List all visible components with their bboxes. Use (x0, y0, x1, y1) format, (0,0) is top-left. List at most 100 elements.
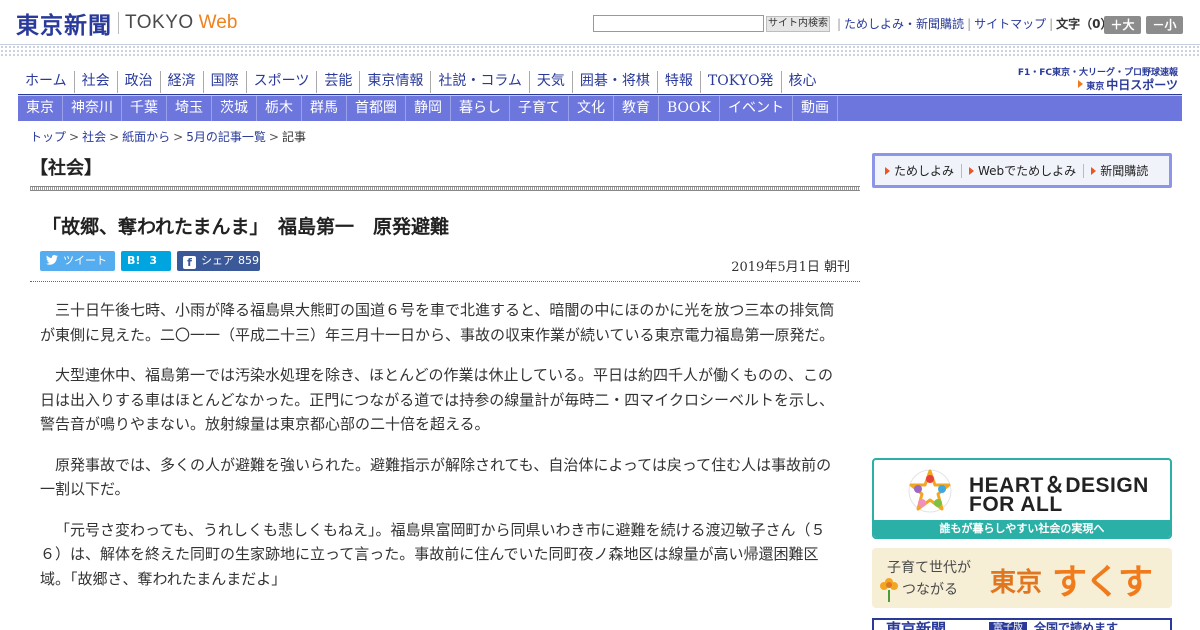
arrow-icon (885, 166, 890, 175)
sports-brand-prefix: 東京 (1086, 82, 1105, 92)
header-dotted-band (0, 44, 1200, 58)
nav-region-item[interactable]: 東京 (18, 96, 63, 121)
hatena-bookmark-button[interactable]: B! 3 (121, 251, 171, 271)
article-paragraph: 三十日午後七時、小雨が降る福島県大熊町の国道６号を車で北進すると、暗闇の中にほの… (40, 301, 835, 344)
trial-read-link[interactable]: ためしよみ (885, 162, 954, 179)
nav-main-item[interactable]: 政治 (116, 71, 160, 93)
sitemap-link[interactable]: サイトマップ (974, 17, 1046, 31)
nav-main-item[interactable]: 核心 (780, 71, 824, 93)
heart-design-strip: 誰もが暮らしやすい社会の実現へ (874, 520, 1170, 537)
sukusuku-tagline-1: 子育て世代が (887, 560, 971, 576)
digital-edition-tag: 電子版 (989, 622, 1027, 630)
nav-region-item[interactable]: 子育て (510, 96, 569, 121)
nav-region-item[interactable]: 群馬 (302, 96, 347, 121)
breadcrumb: トップ > 社会 > 紙面から >5月の記事一覧 > 記事 (30, 128, 306, 145)
nav-main-item[interactable]: 社会 (73, 71, 117, 93)
nav-region-item[interactable]: 文化 (569, 96, 614, 121)
logo-divider (118, 12, 119, 34)
nav-region-item[interactable]: 栃木 (257, 96, 302, 121)
nav-region-item[interactable]: 千葉 (122, 96, 167, 121)
date-divider (30, 281, 860, 282)
logo-web: Web (198, 12, 238, 33)
web-trial-label: Webでためしよみ (978, 164, 1077, 178)
sub-divider (1083, 163, 1085, 178)
nav-region-item[interactable]: 暮らし (451, 96, 510, 121)
main-navigation: ホーム 社会 政治 経済 国際 スポーツ 芸能 東京情報 社説・コラム 天気 囲碁・将棋 特報 TOKY… (18, 71, 824, 93)
tokyo-sukusuku-banner[interactable]: 子育て世代が つながる 東京 すくすく (872, 548, 1172, 608)
digital-edition-text: 全国で読めます (1034, 621, 1119, 630)
site-search-input[interactable] (593, 15, 764, 32)
trial-read-label: ためしよみ (894, 164, 955, 178)
facebook-icon: f (183, 256, 196, 269)
flower-icon (880, 578, 898, 602)
heart-design-subtitle: FOR ALL (969, 493, 1063, 516)
site-logo[interactable]: 東京新聞 TOKYO Web (16, 9, 238, 39)
util-divider: | (837, 17, 842, 31)
tweet-button[interactable]: ツイート (40, 251, 115, 271)
chunichi-sports-banner[interactable]: F1・FC東京・大リーグ・プロ野球速報 東京 中日スポーツ (1018, 65, 1180, 93)
region-navigation: 東京 神奈川 千葉 埼玉 茨城 栃木 群馬 首都圏 静岡 暮らし 子育て 文化 教育 BOOK イベント 動画 (18, 96, 1182, 121)
trial-subscribe-link[interactable]: ためしよみ・新聞購読 (844, 17, 964, 31)
facebook-share-button[interactable]: f シェア 859 (177, 251, 260, 271)
nav-main-item[interactable]: 天気 (528, 71, 572, 93)
article-body: 三十日午後七時、小雨が降る福島県大熊町の国道６号を車で北進すると、暗闇の中にほの… (40, 298, 844, 607)
digital-edition-logo: 東京新聞 (886, 620, 947, 630)
nav-region-item[interactable]: 首都圏 (347, 96, 406, 121)
breadcrumb-separator: > (109, 130, 120, 144)
nav-main-item[interactable]: 社説・コラム (430, 71, 529, 93)
nav-region-item[interactable]: 埼玉 (167, 96, 212, 121)
nav-main-item[interactable]: ホーム (18, 71, 74, 93)
nav-region-item[interactable]: 教育 (614, 96, 659, 121)
publish-date: 2019年5月1日 朝刊 (731, 260, 850, 275)
article-paragraph: 大型連休中、福島第一では汚染水処理を除き、ほとんどの作業は休止している。平日は約… (40, 366, 834, 433)
heart-design-banner[interactable]: HEART＆DESIGN FOR ALL 誰もが暮らしやすい社会の実現へ (872, 458, 1172, 539)
breadcrumb-link[interactable]: トップ (30, 130, 66, 144)
heart-design-logo-icon (908, 469, 952, 513)
nav-main-item[interactable]: 囲碁・将棋 (571, 71, 657, 93)
arrow-icon (1078, 80, 1084, 88)
util-divider: | (967, 17, 972, 31)
nav-main-item[interactable]: 経済 (159, 71, 203, 93)
subscribe-label: 新聞購読 (1100, 164, 1149, 178)
font-smaller-button[interactable]: －小 (1146, 16, 1183, 34)
nav-main-item[interactable]: 特報 (656, 71, 700, 93)
hatena-bookmark-icon: B! (127, 254, 141, 267)
nav-region-item[interactable]: 神奈川 (63, 96, 122, 121)
breadcrumb-link[interactable]: 5月の記事一覧 (186, 130, 266, 144)
font-larger-button[interactable]: ＋大 (1104, 16, 1141, 34)
sports-brand-name: 中日スポーツ (1106, 78, 1178, 92)
nav-region-item[interactable]: 静岡 (406, 96, 451, 121)
nav-main-item[interactable]: 東京情報 (359, 71, 430, 93)
breadcrumb-separator: > (268, 130, 279, 144)
nav-main-item[interactable]: 国際 (202, 71, 246, 93)
digital-edition-banner[interactable]: 東京新聞 電子版 全国で読めます (872, 618, 1172, 630)
nav-region-item[interactable]: 動画 (793, 96, 838, 121)
top-header: 東京新聞 TOKYO Web サイト内検索 | ためしよみ・新聞購読 | サイトマップ… (0, 0, 1200, 44)
facebook-share-count: 859 (238, 254, 259, 267)
hatena-count: 3 (149, 254, 158, 267)
arrow-icon (1091, 166, 1097, 175)
nav-region-item[interactable]: BOOK (659, 96, 720, 121)
subscription-box: ためしよみ Webでためしよみ 新聞購読 (872, 153, 1172, 188)
twitter-bird-icon (46, 251, 58, 271)
breadcrumb-link[interactable]: 紙面から (122, 130, 170, 144)
breadcrumb-separator: > (69, 130, 80, 144)
nav-main-item[interactable]: TOKYO発 (699, 71, 781, 93)
nav-main-item[interactable]: 芸能 (316, 71, 359, 93)
nav-region-item[interactable]: イベント (720, 96, 793, 121)
site-search-button[interactable]: サイト内検索 (766, 16, 830, 32)
logo-japanese: 東京新聞 (16, 12, 112, 39)
nav-region-item[interactable]: 茨城 (212, 96, 257, 121)
sukusuku-tokyo: 東京 (990, 568, 1043, 598)
article-headline: 「故郷、奪われたまんま」 福島第一 原発避難 (42, 216, 449, 238)
web-trial-link[interactable]: Webでためしよみ (969, 162, 1076, 179)
nav-main-item[interactable]: スポーツ (245, 71, 317, 93)
utility-links: | ためしよみ・新聞購読 | サイトマップ | 文字（0） (834, 15, 1113, 33)
section-rule (30, 186, 860, 191)
util-divider: | (1049, 17, 1054, 31)
sukusuku-tagline-2: つながる (902, 582, 958, 598)
breadcrumb-link[interactable]: 社会 (82, 130, 106, 144)
section-title: 【社会】 (30, 158, 102, 179)
subscribe-link[interactable]: 新聞購読 (1091, 162, 1148, 179)
article-paragraph: 原発事故では、多くの人が避難を強いられた。避難指示が解除されても、自治体によって… (40, 455, 832, 499)
